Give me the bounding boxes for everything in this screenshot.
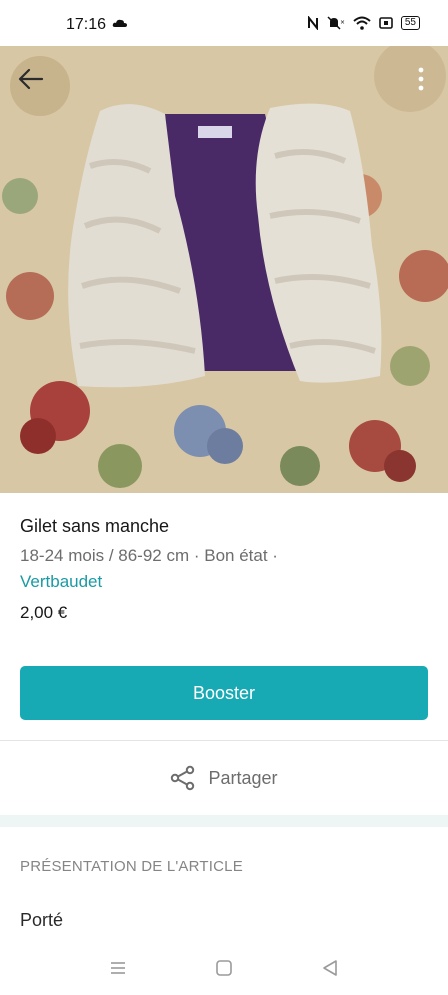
home-square-icon[interactable] bbox=[214, 958, 234, 978]
wifi-icon bbox=[353, 16, 371, 30]
section-separator bbox=[0, 815, 448, 827]
svg-text:×: × bbox=[340, 19, 345, 26]
item-title: Gilet sans manche bbox=[20, 516, 170, 536]
item-brand-link[interactable]: Vertbaudet bbox=[20, 569, 430, 595]
battery-indicator: 55 bbox=[400, 16, 420, 30]
status-icons: × 55 bbox=[307, 16, 420, 30]
product-photo[interactable] bbox=[0, 46, 448, 493]
share-icon bbox=[171, 765, 195, 791]
nfc-icon bbox=[307, 16, 318, 30]
boost-button[interactable]: Booster bbox=[20, 666, 428, 720]
mute-icon: × bbox=[327, 16, 345, 30]
back-arrow-icon[interactable] bbox=[18, 66, 44, 92]
description-section-title: PRÉSENTATION DE L'ARTICLE bbox=[20, 858, 243, 875]
share-button[interactable]: Partager bbox=[0, 741, 448, 815]
vest-image bbox=[0, 46, 448, 493]
sim-icon bbox=[379, 17, 393, 29]
description-text: Porté bbox=[20, 910, 64, 930]
item-details: Gilet sans manche 18-24 mois / 86-92 cm … bbox=[20, 516, 430, 623]
item-meta: 18-24 mois / 86-92 cm · Bon état · bbox=[20, 546, 278, 565]
more-vertical-icon[interactable] bbox=[416, 66, 426, 94]
menu-icon[interactable] bbox=[108, 958, 128, 978]
status-bar: 17:16 × 55 bbox=[0, 0, 448, 46]
share-label: Partager bbox=[208, 767, 278, 788]
cloud-icon bbox=[112, 19, 127, 27]
triangle-back-icon[interactable] bbox=[320, 958, 340, 978]
status-time: 17:16 bbox=[66, 16, 107, 33]
item-price: 2,00 € bbox=[20, 603, 68, 622]
